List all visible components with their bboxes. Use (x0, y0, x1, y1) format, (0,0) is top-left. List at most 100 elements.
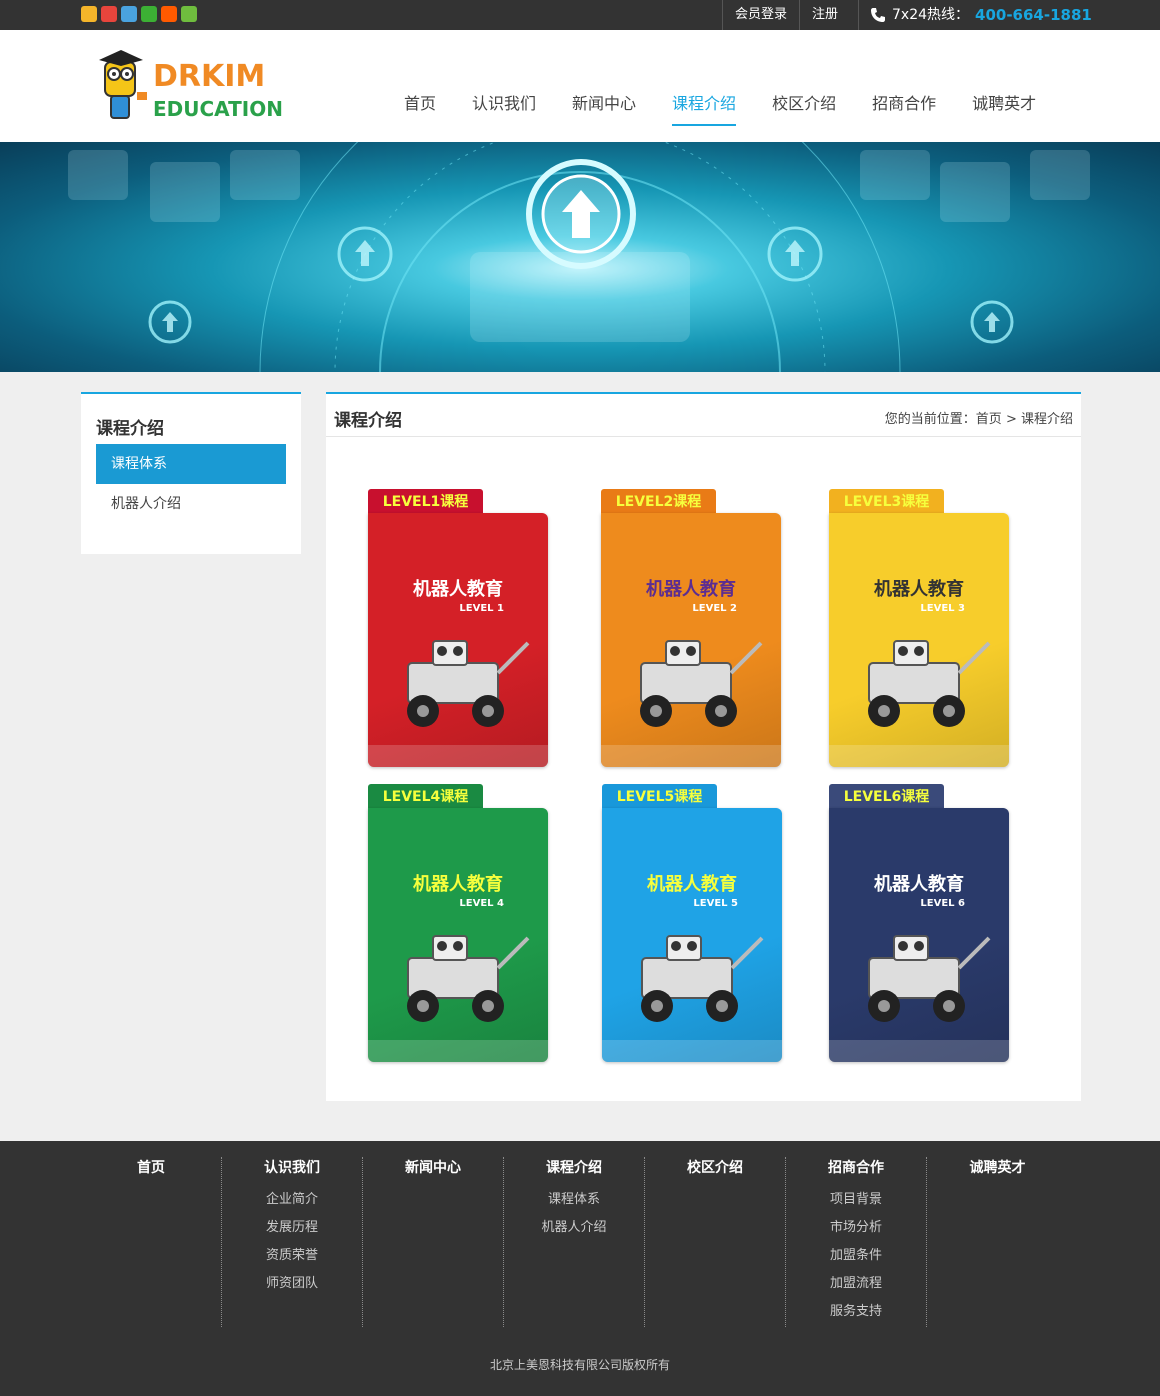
footer-link[interactable]: 加盟条件 (786, 1244, 926, 1272)
course-tab: LEVEL1课程 (368, 489, 483, 515)
course-tab: LEVEL2课程 (601, 489, 716, 515)
header: DRKIM EDUCATION 首页 认识我们 新闻中心 课程介绍 校区介绍 招商合作 诚聘… (0, 30, 1160, 142)
logo[interactable]: DRKIM EDUCATION (97, 44, 297, 124)
course-cover-level: LEVEL 3 (920, 603, 965, 614)
course-tab: LEVEL6课程 (829, 784, 944, 810)
login-link[interactable]: 会员登录 (722, 0, 799, 30)
course-cover-level: LEVEL 4 (459, 898, 504, 909)
course-cover-level: LEVEL 5 (693, 898, 738, 909)
robot-illustration (868, 935, 991, 1022)
robot-illustration (407, 640, 530, 727)
hotline: 7x24热线： 400-664-1881 (870, 0, 1092, 30)
course-card-level-5[interactable]: LEVEL5课程机器人教育 LEVEL 5 (602, 784, 784, 1064)
sidebar: 课程介绍 课程体系 机器人介绍 (81, 392, 301, 554)
footer-column: 招商合作 项目背景 市场分析 加盟条件 加盟流程 服务支持 (786, 1157, 927, 1327)
sidebar-item-robot-intro[interactable]: 机器人介绍 (96, 484, 286, 524)
course-cover: 机器人教育 LEVEL 3 (829, 513, 1009, 767)
nav-item-4[interactable]: 校区介绍 (772, 86, 836, 126)
footer-column-title[interactable]: 首页 (81, 1157, 221, 1188)
robot-illustration (407, 935, 530, 1022)
course-cover-footer (602, 1040, 782, 1062)
robot-illustration (640, 640, 763, 727)
content-panel: 课程介绍 您的当前位置：首页 > 课程介绍 LEVEL1课程 机器人教育 LEVEL… (326, 392, 1081, 1101)
tencent-weibo-icon[interactable] (121, 6, 137, 22)
course-cover-title: 机器人教育 (646, 579, 736, 600)
hotline-label: 7x24热线： (892, 7, 970, 23)
course-tab: LEVEL5课程 (602, 784, 717, 810)
sidebar-title: 课程介绍 (96, 419, 164, 439)
weibo-icon[interactable] (101, 6, 117, 22)
copyright: 北京上美恩科技有限公司版权所有 (489, 1358, 670, 1372)
course-cover-footer (829, 745, 1009, 767)
qzone-icon[interactable] (81, 6, 97, 22)
footer-link[interactable]: 服务支持 (786, 1300, 926, 1328)
more-share-icon[interactable] (181, 6, 197, 22)
hotline-number[interactable]: 400-664-1881 (975, 0, 1092, 30)
course-cover-title: 机器人教育 (413, 579, 503, 600)
course-card-level-4[interactable]: LEVEL4课程机器人教育 LEVEL 4 (368, 784, 550, 1064)
course-cover-level: LEVEL 1 (459, 603, 504, 614)
course-cover-title: 机器人教育 (413, 874, 503, 895)
footer-column: 首页 (81, 1157, 222, 1327)
course-card-level-2[interactable]: LEVEL2课程机器人教育 LEVEL 2 (601, 489, 783, 769)
footer-link[interactable]: 机器人介绍 (504, 1216, 644, 1244)
nav-item-1[interactable]: 认识我们 (472, 86, 536, 126)
footer-column: 课程介绍 课程体系 机器人介绍 (504, 1157, 645, 1327)
footer-link[interactable]: 资质荣誉 (222, 1244, 362, 1272)
footer-link[interactable]: 市场分析 (786, 1216, 926, 1244)
course-cover-title: 机器人教育 (874, 874, 964, 895)
footer-column-title[interactable]: 新闻中心 (363, 1157, 503, 1188)
course-cover-footer (601, 745, 781, 767)
robot-illustration (641, 935, 764, 1022)
course-cover-footer (368, 745, 548, 767)
hero-banner (0, 142, 1160, 372)
footer-link[interactable]: 企业简介 (222, 1188, 362, 1216)
main-area: 课程介绍 课程体系 机器人介绍 课程介绍 您的当前位置：首页 > 课程介绍 LE… (0, 372, 1160, 1141)
course-cover-footer (368, 1040, 548, 1062)
course-cover: 机器人教育 LEVEL 5 (602, 808, 782, 1062)
course-tab: LEVEL4课程 (368, 784, 483, 810)
register-link[interactable]: 注册 (799, 0, 860, 30)
footer-columns: 首页 认识我们 企业简介 发展历程 资质荣誉 师资团队 新闻中心 课程介绍 课程体系 机器人介绍校… (81, 1157, 1068, 1327)
course-card-level-3[interactable]: LEVEL3课程机器人教育 LEVEL 3 (829, 489, 1011, 769)
course-cover: 机器人教育 LEVEL 1 (368, 513, 548, 767)
footer-link[interactable]: 项目背景 (786, 1188, 926, 1216)
nav-item-5[interactable]: 招商合作 (872, 86, 936, 126)
course-cover: 机器人教育 LEVEL 4 (368, 808, 548, 1062)
course-grid: LEVEL1课程机器人教育 LEVEL 1 LEVEL2课程机器人教育 LEVEL 2… (326, 394, 1081, 1103)
course-card-level-6[interactable]: LEVEL6课程机器人教育 LEVEL 6 (829, 784, 1011, 1064)
footer-column-title[interactable]: 招商合作 (786, 1157, 926, 1188)
nav-item-0[interactable]: 首页 (404, 86, 436, 126)
footer-column: 校区介绍 (645, 1157, 786, 1327)
course-cover-footer (829, 1040, 1009, 1062)
svg-text:EDUCATION: EDUCATION (153, 97, 283, 121)
footer-column-title[interactable]: 认识我们 (222, 1157, 362, 1188)
account-links: 会员登录 注册 (722, 0, 860, 30)
footer-column-title[interactable]: 诚聘英才 (927, 1157, 1068, 1188)
taobao-icon[interactable] (161, 6, 177, 22)
course-cover: 机器人教育 LEVEL 2 (601, 513, 781, 767)
course-cover-title: 机器人教育 (647, 874, 737, 895)
footer-link[interactable]: 课程体系 (504, 1188, 644, 1216)
wechat-icon[interactable] (141, 6, 157, 22)
footer-column-title[interactable]: 校区介绍 (645, 1157, 785, 1188)
nav-item-2[interactable]: 新闻中心 (572, 86, 636, 126)
sidebar-item-course-system[interactable]: 课程体系 (96, 444, 286, 484)
footer-column: 认识我们 企业简介 发展历程 资质荣誉 师资团队 (222, 1157, 363, 1327)
course-card-level-1[interactable]: LEVEL1课程机器人教育 LEVEL 1 (368, 489, 550, 769)
course-tab: LEVEL3课程 (829, 489, 944, 515)
up-arrow-icon (526, 159, 636, 269)
share-icons (81, 6, 197, 22)
course-cover-title: 机器人教育 (874, 579, 964, 600)
footer-column-title[interactable]: 课程介绍 (504, 1157, 644, 1188)
course-cover: 机器人教育 LEVEL 6 (829, 808, 1009, 1062)
nav-item-6[interactable]: 诚聘英才 (972, 86, 1036, 126)
robot-illustration (868, 640, 991, 727)
footer-link[interactable]: 加盟流程 (786, 1272, 926, 1300)
nav-item-3[interactable]: 课程介绍 (672, 86, 737, 126)
footer-link[interactable]: 发展历程 (222, 1216, 362, 1244)
course-cover-level: LEVEL 2 (692, 603, 737, 614)
footer-link[interactable]: 师资团队 (222, 1272, 362, 1300)
phone-icon (871, 8, 885, 22)
course-cover-level: LEVEL 6 (920, 898, 965, 909)
